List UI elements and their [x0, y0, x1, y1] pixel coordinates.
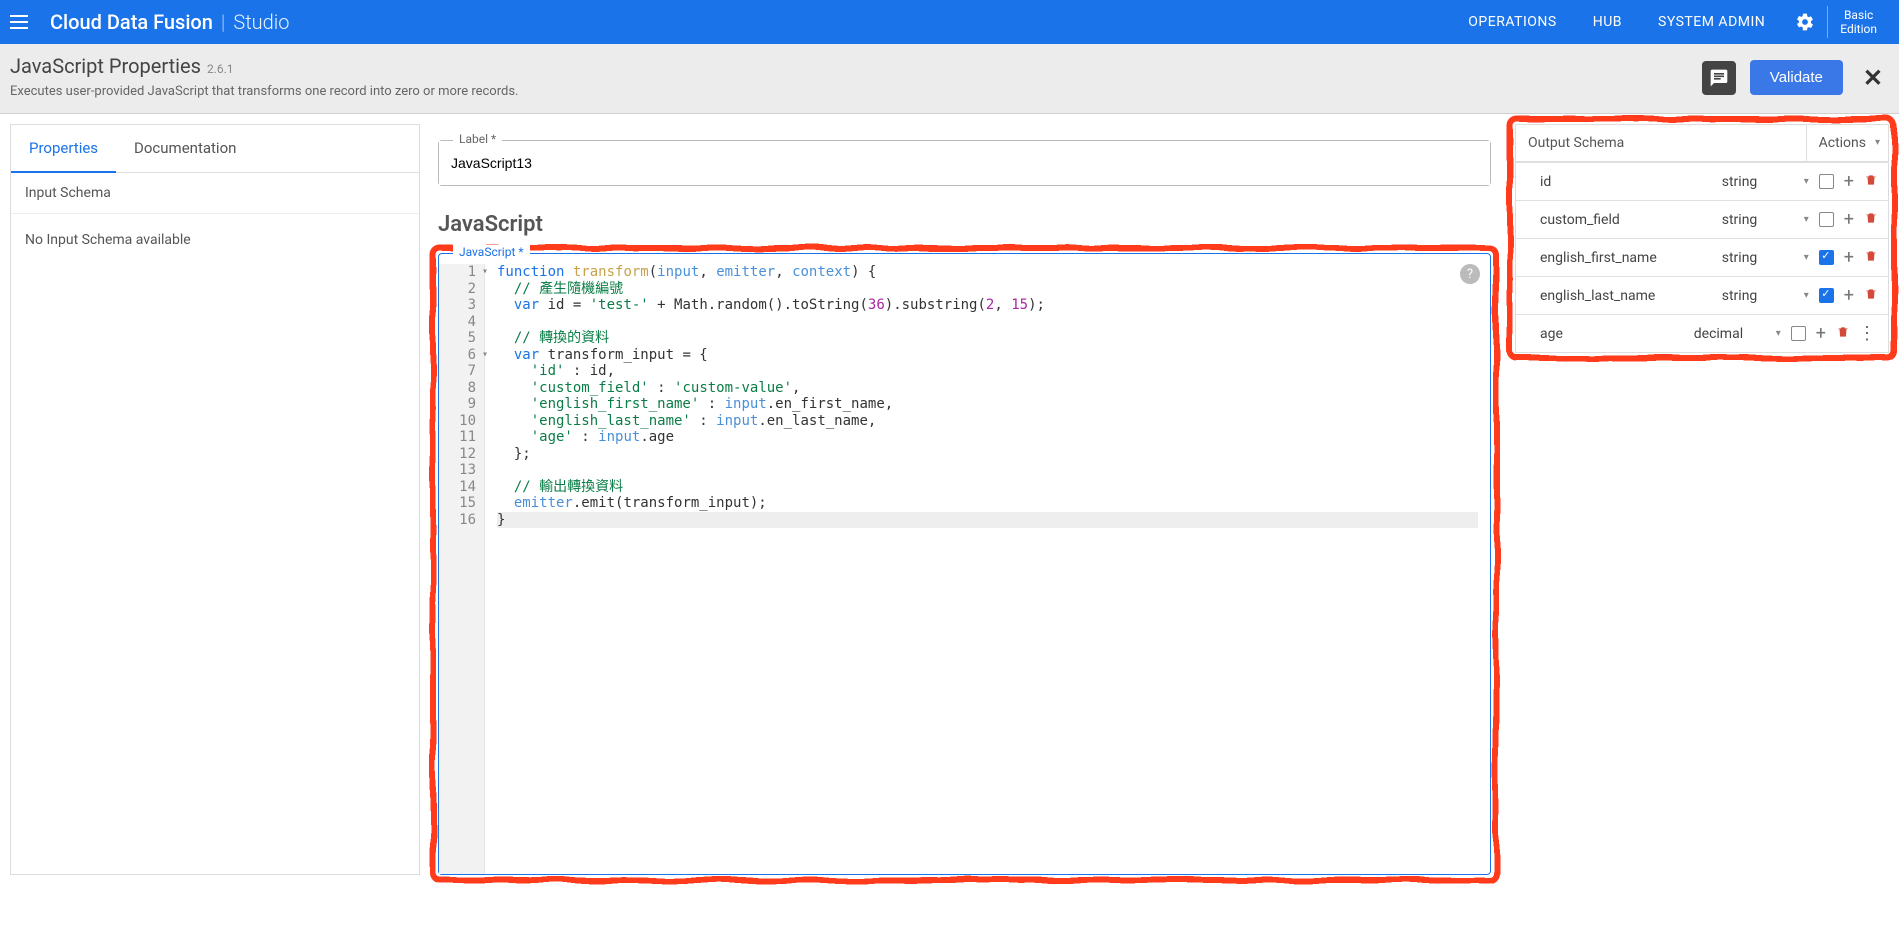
- nullable-checkbox[interactable]: [1791, 326, 1806, 341]
- edition-line2: Edition: [1840, 22, 1877, 36]
- delete-field-icon[interactable]: [1864, 249, 1878, 267]
- nav-system-admin[interactable]: SYSTEM ADMIN: [1640, 14, 1783, 30]
- top-nav: Cloud Data Fusion | Studio OPERATIONS HU…: [0, 0, 1899, 44]
- type-dropdown-icon[interactable]: ▾: [1772, 328, 1785, 339]
- label-input[interactable]: [439, 141, 1490, 185]
- schema-field-type[interactable]: string: [1722, 174, 1794, 190]
- plugin-version: 2.6.1: [207, 62, 234, 76]
- tab-documentation[interactable]: Documentation: [116, 125, 254, 172]
- input-schema-empty: No Input Schema available: [11, 214, 419, 266]
- nullable-checkbox[interactable]: [1819, 250, 1834, 265]
- javascript-caption: JavaScript *: [453, 245, 530, 259]
- brand-sub: Studio: [233, 10, 289, 34]
- schema-field-name[interactable]: custom_field: [1540, 212, 1716, 228]
- nullable-checkbox[interactable]: [1819, 174, 1834, 189]
- edition-badge: Basic Edition: [1827, 6, 1889, 38]
- label-caption: Label *: [453, 132, 502, 146]
- add-field-icon[interactable]: +: [1840, 171, 1858, 192]
- schema-field-name[interactable]: age: [1540, 326, 1688, 342]
- type-dropdown-icon[interactable]: ▾: [1800, 176, 1813, 187]
- right-panel: Output Schema Actions idstring▾+custom_f…: [1509, 124, 1889, 875]
- schema-row: english_last_name string ▾ +: [1516, 276, 1888, 314]
- schema-field-type[interactable]: string: [1722, 212, 1794, 228]
- type-dropdown-icon[interactable]: ▾: [1800, 214, 1813, 225]
- brand-separator: |: [221, 10, 225, 34]
- schema-row: english_first_name string ▾ +: [1516, 238, 1888, 276]
- schema-row: age decimal ▾ + ⋮: [1516, 314, 1888, 352]
- brand[interactable]: Cloud Data Fusion | Studio: [50, 10, 289, 34]
- validate-button[interactable]: Validate: [1750, 60, 1843, 95]
- help-icon[interactable]: ?: [1460, 264, 1480, 284]
- type-dropdown-icon[interactable]: ▾: [1800, 252, 1813, 263]
- output-schema-title: Output Schema: [1516, 125, 1806, 161]
- schema-field-type[interactable]: string: [1722, 288, 1794, 304]
- add-field-icon[interactable]: +: [1840, 209, 1858, 230]
- code-editor[interactable]: 12345678910111213141516 function transfo…: [439, 254, 1490, 874]
- schema-row: custom_field string ▾ +: [1516, 200, 1888, 238]
- tab-properties[interactable]: Properties: [11, 125, 116, 173]
- delete-field-icon[interactable]: [1864, 173, 1878, 191]
- brand-main: Cloud Data Fusion: [50, 10, 213, 34]
- schema-row: id string ▾ +: [1516, 162, 1888, 200]
- schema-actions-dropdown[interactable]: Actions: [1806, 125, 1888, 161]
- input-schema-title: Input Schema: [11, 173, 419, 214]
- more-icon[interactable]: ⋮: [1856, 323, 1878, 344]
- javascript-section-title: JavaScript: [438, 212, 1491, 237]
- schema-field-name[interactable]: id: [1540, 174, 1716, 190]
- delete-field-icon[interactable]: [1864, 211, 1878, 229]
- nullable-checkbox[interactable]: [1819, 212, 1834, 227]
- add-field-icon[interactable]: +: [1840, 247, 1858, 268]
- label-field-wrapper: Label *: [438, 140, 1491, 186]
- close-icon[interactable]: ✕: [1857, 64, 1889, 92]
- nav-operations[interactable]: OPERATIONS: [1450, 14, 1574, 30]
- add-field-icon[interactable]: +: [1812, 323, 1830, 344]
- output-schema-panel: Output Schema Actions idstring▾+custom_f…: [1515, 124, 1889, 353]
- left-panel: Properties Documentation Input Schema No…: [10, 124, 420, 875]
- schema-field-type[interactable]: string: [1722, 250, 1794, 266]
- schema-field-name[interactable]: english_first_name: [1540, 250, 1716, 266]
- edition-line1: Basic: [1840, 8, 1877, 22]
- center-panel: Label * JavaScript JavaScript * ? 123456…: [420, 124, 1509, 875]
- schema-field-name[interactable]: english_last_name: [1540, 288, 1716, 304]
- schema-field-type[interactable]: decimal: [1694, 326, 1766, 342]
- add-field-icon[interactable]: +: [1840, 285, 1858, 306]
- nullable-checkbox[interactable]: [1819, 288, 1834, 303]
- delete-field-icon[interactable]: [1864, 287, 1878, 305]
- tabs: Properties Documentation: [11, 125, 419, 173]
- page-header: JavaScript Properties 2.6.1 Executes use…: [0, 44, 1899, 114]
- settings-icon[interactable]: [1795, 12, 1815, 32]
- nav-hub[interactable]: HUB: [1575, 14, 1640, 30]
- menu-icon[interactable]: [10, 10, 34, 34]
- javascript-editor-wrapper: JavaScript * ? 12345678910111213141516 f…: [438, 253, 1491, 875]
- page-subtitle: Executes user-provided JavaScript that t…: [10, 84, 1702, 99]
- type-dropdown-icon[interactable]: ▾: [1800, 290, 1813, 301]
- delete-field-icon[interactable]: [1836, 325, 1850, 343]
- page-title: JavaScript Properties: [10, 54, 201, 78]
- comments-icon[interactable]: [1702, 61, 1736, 95]
